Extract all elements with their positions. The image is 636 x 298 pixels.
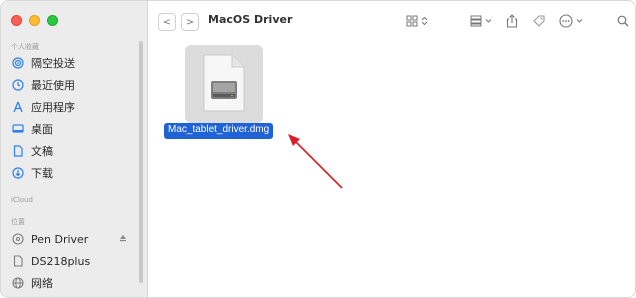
- sidebar-item-airdrop[interactable]: 隔空投送: [9, 53, 139, 73]
- sidebar-item-label: 网络: [31, 277, 53, 290]
- sidebar-item-label: 文稿: [31, 145, 53, 158]
- chevron-left-icon: <: [162, 16, 172, 28]
- file-name-label[interactable]: Mac_tablet_driver.dmg: [164, 123, 274, 139]
- close-button[interactable]: [11, 15, 22, 26]
- more-icon: [559, 14, 573, 28]
- sidebar-item-ds218plus[interactable]: DS218plus: [9, 251, 139, 271]
- finder-window: 个人收藏 隔空投送 最近使用 应用程序 桌面 文稿 下载 iCloud 位置 P…: [0, 0, 636, 298]
- group-button[interactable]: [466, 11, 496, 31]
- sidebar-item-label: 应用程序: [31, 101, 75, 114]
- applications-icon: [9, 101, 27, 113]
- chevron-updown-icon: [421, 16, 428, 26]
- group-icon: [470, 15, 482, 27]
- chevron-down-icon: [576, 19, 583, 23]
- download-icon: [9, 167, 27, 179]
- clock-icon: [9, 79, 27, 91]
- sidebar-section-favorites: 个人收藏: [11, 43, 39, 51]
- grid-view-icon: [406, 15, 418, 27]
- sidebar-item-applications[interactable]: 应用程序: [9, 97, 139, 117]
- document-icon: [9, 145, 27, 157]
- more-actions-button[interactable]: [556, 11, 586, 31]
- desktop-icon: [9, 123, 27, 135]
- search-button[interactable]: [613, 11, 633, 31]
- sidebar-item-label: 下载: [31, 167, 53, 180]
- sidebar-item-desktop[interactable]: 桌面: [9, 119, 139, 139]
- view-mode-button[interactable]: [401, 11, 433, 31]
- sidebar-item-documents[interactable]: 文稿: [9, 141, 139, 161]
- sidebar-item-downloads[interactable]: 下载: [9, 163, 139, 183]
- minimize-button[interactable]: [29, 15, 40, 26]
- tag-icon: [533, 15, 545, 27]
- zoom-button[interactable]: [47, 15, 58, 26]
- airdrop-icon: [9, 57, 27, 69]
- window-controls: [11, 15, 58, 26]
- tag-button[interactable]: [529, 11, 549, 31]
- sidebar-section-locations: 位置: [11, 218, 25, 226]
- dmg-file-icon[interactable]: [202, 53, 246, 113]
- sidebar-item-label: 隔空投送: [31, 57, 75, 70]
- eject-icon[interactable]: [119, 234, 127, 244]
- sidebar-scrollbar[interactable]: [139, 41, 143, 283]
- sidebar-item-network[interactable]: 网络: [9, 273, 139, 293]
- search-icon: [617, 15, 629, 27]
- chevron-down-icon: [485, 19, 492, 23]
- back-button[interactable]: <: [158, 13, 176, 31]
- sidebar-item-label: 最近使用: [31, 79, 75, 92]
- sidebar-item-label: DS218plus: [31, 254, 91, 268]
- sidebar-item-label: Pen Driver: [31, 232, 89, 246]
- sidebar-section-icloud: iCloud: [11, 196, 33, 204]
- toolbar: < > MacOS Driver: [148, 1, 635, 41]
- disk-icon: [9, 233, 27, 245]
- display-icon: [9, 255, 27, 267]
- forward-button[interactable]: >: [181, 13, 199, 31]
- sidebar-item-recents[interactable]: 最近使用: [9, 75, 139, 95]
- window-title: MacOS Driver: [208, 13, 293, 26]
- sidebar-item-pen-driver[interactable]: Pen Driver: [9, 229, 139, 249]
- share-icon: [506, 14, 518, 28]
- chevron-right-icon: >: [185, 16, 195, 28]
- sidebar-item-label: 桌面: [31, 123, 53, 136]
- sidebar: 个人收藏 隔空投送 最近使用 应用程序 桌面 文稿 下载 iCloud 位置 P…: [1, 1, 148, 297]
- network-icon: [9, 277, 27, 289]
- share-button[interactable]: [502, 11, 522, 31]
